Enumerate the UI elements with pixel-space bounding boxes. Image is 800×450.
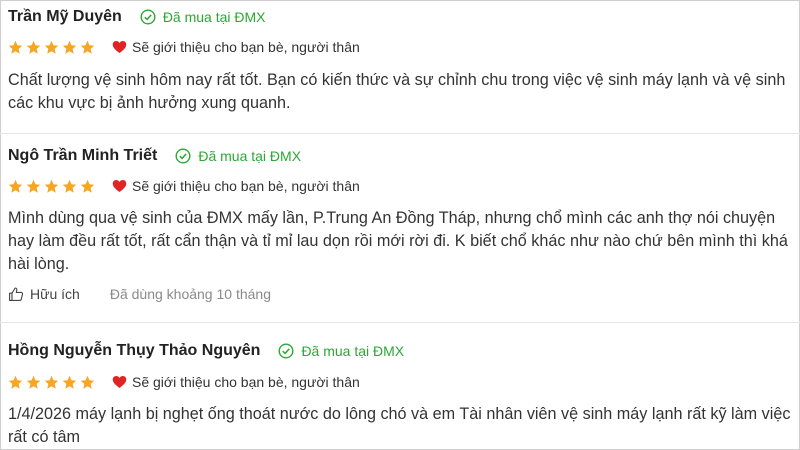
recommend-note: Sẽ giới thiệu cho bạn bè, người thân <box>112 374 360 390</box>
helpful-button[interactable]: Hữu ích <box>8 286 80 302</box>
purchase-badge-label: Đã mua tại ĐMX <box>162 9 266 25</box>
review-content: Mình dùng qua vệ sinh của ĐMX mấy lần, P… <box>8 207 800 276</box>
star-rating <box>8 375 98 390</box>
check-circle-icon <box>140 9 156 25</box>
rating-row: Sẽ giới thiệu cho bạn bè, người thân <box>8 177 360 195</box>
review-content-line: Chất lượng vệ sinh hôm nay rất tốt. Bạn … <box>8 71 786 89</box>
reviewer-name: Trần Mỹ Duyên <box>8 8 122 25</box>
review-content: Chất lượng vệ sinh hôm nay rất tốt. Bạn … <box>8 69 800 115</box>
reviewer-name: Ngô Trần Minh Triết <box>8 147 158 164</box>
star-icon <box>8 40 23 54</box>
star-rating <box>8 179 98 194</box>
recommend-label: Sẽ giới thiệu cho bạn bè, người thân <box>132 39 360 55</box>
purchase-badge-label: Đã mua tại ĐMX <box>301 343 405 359</box>
thumbs-up-icon <box>9 287 24 301</box>
review-item: Hồng Nguyễn Thụy Thảo Nguyên Đã mua tại … <box>0 323 800 450</box>
review-item: Ngô Trần Minh Triết Đã mua tại ĐMX Sẽ gi… <box>0 134 800 322</box>
star-icon <box>62 179 77 193</box>
usage-duration: Đã dùng khoảng 10 tháng <box>109 286 271 302</box>
star-icon <box>26 375 41 389</box>
review-content-line: Mình dùng qua vệ sinh của ĐMX mấy lần, P… <box>8 209 776 227</box>
star-rating <box>8 40 98 55</box>
review-content-line: hay làm đều rất tốt, rất cẩn thận và tỉ … <box>8 232 788 250</box>
review-content-line: hài lòng. <box>8 255 70 273</box>
star-icon <box>80 179 95 193</box>
star-icon <box>80 375 95 389</box>
heart-icon <box>112 376 127 388</box>
check-circle-icon <box>175 148 191 164</box>
heart-icon <box>112 180 127 192</box>
reviewer-header: Trần Mỹ Duyên Đã mua tại ĐMX <box>8 7 266 27</box>
review-content-line: các khu vực bị ảnh hưởng xung quanh. <box>8 94 291 112</box>
check-circle-icon <box>278 343 294 359</box>
star-icon <box>44 40 59 54</box>
review-item: Trần Mỹ Duyên Đã mua tại ĐMX Sẽ giới thi… <box>0 0 800 133</box>
star-icon <box>8 179 23 193</box>
star-icon <box>26 40 41 54</box>
rating-row: Sẽ giới thiệu cho bạn bè, người thân <box>8 38 360 56</box>
recommend-note: Sẽ giới thiệu cho bạn bè, người thân <box>112 178 360 194</box>
reviewer-name: Hồng Nguyễn Thụy Thảo Nguyên <box>8 342 261 359</box>
star-icon <box>80 40 95 54</box>
purchase-badge: Đã mua tại ĐMX <box>140 9 266 25</box>
recommend-label: Sẽ giới thiệu cho bạn bè, người thân <box>132 374 360 390</box>
purchase-badge: Đã mua tại ĐMX <box>278 343 404 359</box>
star-icon <box>26 179 41 193</box>
review-content: 1/4/2026 máy lạnh bị nghẹt ống thoát nướ… <box>8 403 800 449</box>
heart-icon <box>112 41 127 53</box>
review-actions: Hữu ích Đã dùng khoảng 10 tháng <box>8 285 271 303</box>
purchase-badge-label: Đã mua tại ĐMX <box>198 148 302 164</box>
star-icon <box>62 375 77 389</box>
purchase-badge: Đã mua tại ĐMX <box>175 148 301 164</box>
star-icon <box>8 375 23 389</box>
review-content-line: 1/4/2026 máy lạnh bị nghẹt ống thoát nướ… <box>8 405 791 423</box>
reviewer-header: Hồng Nguyễn Thụy Thảo Nguyên Đã mua tại … <box>8 341 404 361</box>
star-icon <box>44 375 59 389</box>
review-content-line: rất có tâm <box>8 428 80 446</box>
star-icon <box>62 40 77 54</box>
recommend-label: Sẽ giới thiệu cho bạn bè, người thân <box>132 178 360 194</box>
recommend-note: Sẽ giới thiệu cho bạn bè, người thân <box>112 39 360 55</box>
helpful-label: Hữu ích <box>30 286 80 302</box>
reviewer-header: Ngô Trần Minh Triết Đã mua tại ĐMX <box>8 146 301 166</box>
star-icon <box>44 179 59 193</box>
rating-row: Sẽ giới thiệu cho bạn bè, người thân <box>8 373 360 391</box>
